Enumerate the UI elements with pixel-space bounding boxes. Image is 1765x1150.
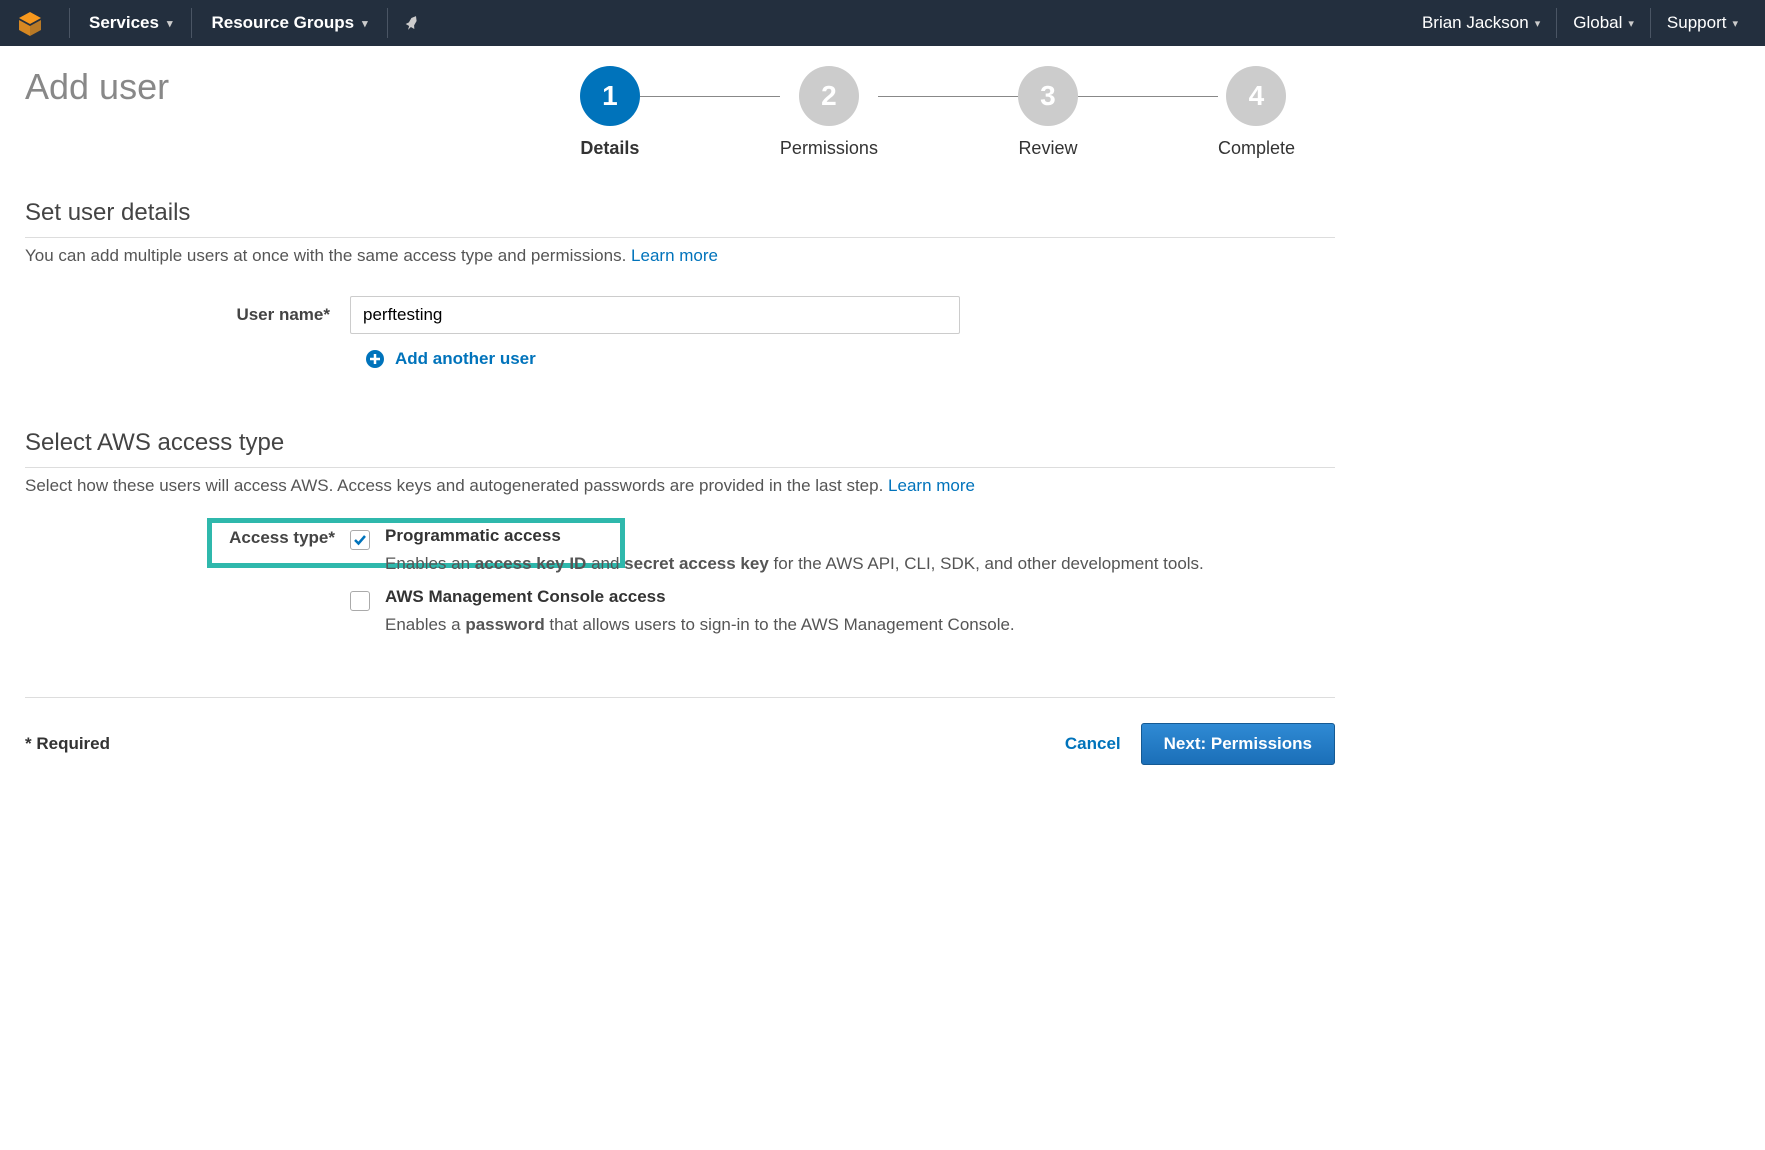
main-content: Add user 1 Details 2 Permissions 3 Revie… [0, 46, 1360, 785]
wizard-step-label: Permissions [780, 138, 878, 159]
add-another-user-row[interactable]: Add another user [365, 349, 1335, 369]
top-nav-left: Services ▾ Resource Groups ▾ [15, 0, 422, 46]
footer-divider [25, 697, 1335, 698]
learn-more-link[interactable]: Learn more [631, 246, 718, 265]
nav-divider [69, 8, 70, 38]
programmatic-access-checkbox[interactable] [350, 530, 370, 550]
wizard-connector [1078, 96, 1218, 97]
next-permissions-button[interactable]: Next: Permissions [1141, 723, 1335, 765]
section-title-user-details: Set user details [25, 199, 1335, 238]
console-access-checkbox[interactable] [350, 591, 370, 611]
nav-account-label: Brian Jackson [1422, 13, 1529, 33]
nav-support-label: Support [1667, 13, 1727, 33]
nav-divider [191, 8, 192, 38]
nav-divider [1650, 8, 1651, 38]
nav-region-label: Global [1573, 13, 1622, 33]
nav-services-label: Services [89, 13, 159, 33]
nav-resource-groups-label: Resource Groups [211, 13, 354, 33]
programmatic-access-content: Programmatic access Enables an access ke… [385, 526, 1335, 577]
nav-services[interactable]: Services ▾ [74, 0, 187, 46]
wizard-step-label: Review [1018, 138, 1077, 159]
chevron-down-icon: ▾ [1535, 17, 1541, 30]
wizard-step-label: Details [580, 138, 639, 159]
top-nav: Services ▾ Resource Groups ▾ Brian Jacks… [0, 0, 1765, 46]
footer-actions: Cancel Next: Permissions [1065, 723, 1335, 765]
wizard-connector [878, 96, 1018, 97]
wizard-step-number: 2 [799, 66, 859, 126]
wizard-step-number: 4 [1226, 66, 1286, 126]
chevron-down-icon: ▾ [1732, 17, 1738, 30]
wizard-step-permissions[interactable]: 2 Permissions [780, 66, 878, 159]
aws-logo-icon[interactable] [15, 8, 45, 38]
required-note: * Required [25, 734, 110, 754]
section-desc-user-details: You can add multiple users at once with … [25, 246, 1335, 266]
nav-region[interactable]: Global ▾ [1561, 0, 1646, 46]
programmatic-access-desc: Enables an access key ID and secret acce… [385, 551, 1335, 577]
desc-text: You can add multiple users at once with … [25, 246, 631, 265]
username-input[interactable] [350, 296, 960, 334]
top-nav-right: Brian Jackson ▾ Global ▾ Support ▾ [1410, 0, 1750, 46]
username-label: User name* [25, 305, 350, 325]
learn-more-link[interactable]: Learn more [888, 476, 975, 495]
nav-divider [387, 8, 388, 38]
console-access-content: AWS Management Console access Enables a … [385, 587, 1335, 638]
cancel-button[interactable]: Cancel [1065, 734, 1121, 754]
nav-account[interactable]: Brian Jackson ▾ [1410, 0, 1552, 46]
wizard-step-label: Complete [1218, 138, 1295, 159]
console-access-desc: Enables a password that allows users to … [385, 612, 1335, 638]
wizard-steps: 1 Details 2 Permissions 3 Review 4 Compl… [580, 66, 1335, 159]
console-access-title: AWS Management Console access [385, 587, 1335, 607]
nav-support[interactable]: Support ▾ [1655, 0, 1750, 46]
section-title-access-type: Select AWS access type [25, 429, 1335, 468]
programmatic-access-title: Programmatic access [385, 526, 1335, 546]
chevron-down-icon: ▾ [1628, 17, 1634, 30]
add-another-user-link: Add another user [395, 349, 536, 369]
plus-circle-icon [365, 349, 385, 369]
wizard-connector [640, 96, 780, 97]
wizard-step-complete[interactable]: 4 Complete [1218, 66, 1295, 159]
wizard-step-number: 1 [580, 66, 640, 126]
pin-icon[interactable] [402, 13, 422, 33]
page-header: Add user 1 Details 2 Permissions 3 Revie… [25, 66, 1335, 159]
access-type-label: Access type* [25, 526, 350, 548]
nav-resource-groups[interactable]: Resource Groups ▾ [196, 0, 382, 46]
wizard-step-details[interactable]: 1 Details [580, 66, 640, 159]
desc-text: Select how these users will access AWS. … [25, 476, 888, 495]
access-type-programmatic-row: Access type* Programmatic access Enables… [25, 526, 1335, 577]
nav-divider [1556, 8, 1557, 38]
footer: * Required Cancel Next: Permissions [25, 723, 1335, 765]
wizard-step-review[interactable]: 3 Review [1018, 66, 1078, 159]
username-row: User name* [25, 296, 1335, 334]
chevron-down-icon: ▾ [167, 17, 173, 30]
chevron-down-icon: ▾ [362, 17, 368, 30]
wizard-step-number: 3 [1018, 66, 1078, 126]
page-title: Add user [25, 66, 169, 108]
section-desc-access-type: Select how these users will access AWS. … [25, 476, 1335, 496]
access-type-console-row: AWS Management Console access Enables a … [25, 587, 1335, 638]
